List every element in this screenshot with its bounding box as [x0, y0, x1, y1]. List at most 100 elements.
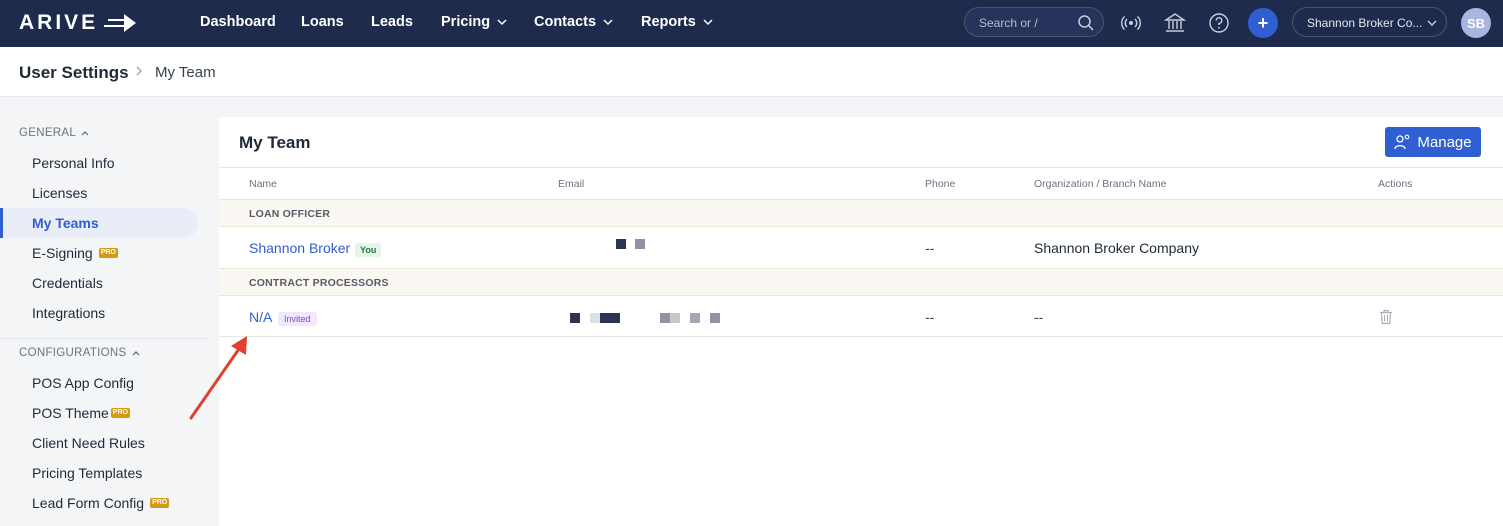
settings-sidebar: GENERAL Personal Info Licenses My Teams …: [0, 117, 208, 526]
logo-text: ARIVE: [19, 11, 99, 34]
search-placeholder: Search or /: [979, 16, 1038, 30]
section-general-label: GENERAL: [19, 127, 77, 139]
chevron-down-icon: [603, 19, 613, 26]
redaction-block: [570, 313, 580, 323]
pro-badge: PRO: [150, 498, 170, 508]
breadcrumb-current: My Team: [155, 64, 216, 81]
nav-leads-label: Leads: [371, 14, 413, 30]
phone-cell: --: [925, 309, 935, 325]
nav-reports-label: Reports: [641, 14, 696, 30]
redaction-block: [710, 313, 720, 323]
you-badge: You: [355, 243, 382, 257]
plus-icon: +: [1257, 12, 1269, 33]
section-general[interactable]: GENERAL: [19, 127, 90, 139]
group-header-loan-officer: LOAN OFFICER: [219, 199, 1503, 227]
search-icon: [1078, 15, 1094, 31]
chevron-down-icon: [1427, 20, 1437, 26]
sidebar-item-label: My Teams: [32, 215, 99, 231]
search-input[interactable]: Search or /: [964, 7, 1104, 37]
sidebar-item-pos-app-config[interactable]: POS App Config: [0, 368, 198, 398]
pro-badge: PRO: [110, 408, 130, 418]
sidebar-item-integrations[interactable]: Integrations: [0, 298, 198, 328]
logo-arrow-icon: [104, 14, 137, 32]
sidebar-item-label: Integrations: [32, 305, 106, 321]
sidebar-item-label: E-Signing: [32, 245, 93, 261]
organization-cell: --: [1034, 309, 1044, 325]
sidebar-item-pricing-templates[interactable]: Pricing Templates: [0, 458, 198, 488]
chevron-up-icon: [132, 351, 139, 356]
page-title: My Team: [239, 133, 311, 152]
top-navigation-bar: ARIVE Dashboard Loans Leads Pricing Cont…: [0, 0, 1503, 47]
organization-cell: Shannon Broker Company: [1034, 240, 1199, 256]
sidebar-item-licenses[interactable]: Licenses: [0, 178, 198, 208]
sidebar-item-label: POS App Config: [32, 375, 134, 391]
member-name-link[interactable]: N/A: [249, 309, 272, 325]
nav-dashboard[interactable]: Dashboard: [200, 14, 276, 30]
chevron-down-icon: [703, 19, 713, 26]
chevron-down-icon: [497, 19, 507, 26]
sidebar-item-label: Client Need Rules: [32, 435, 145, 451]
sidebar-item-label: Licenses: [32, 185, 88, 201]
organization-name: Shannon Broker Co...: [1307, 16, 1423, 30]
annotation-arrow-icon: [189, 336, 247, 420]
sidebar-item-my-teams[interactable]: My Teams: [0, 208, 198, 238]
sidebar-item-e-signing[interactable]: E-Signing PRO: [0, 238, 198, 268]
section-configurations-label: CONFIGURATIONS: [19, 347, 127, 359]
broadcast-icon[interactable]: [1119, 11, 1143, 35]
redaction-block: [635, 239, 645, 249]
redaction-block: [600, 313, 620, 323]
nav-loans[interactable]: Loans: [301, 14, 344, 30]
nav-reports[interactable]: Reports: [641, 14, 714, 30]
sidebar-item-label: POS Theme: [32, 405, 109, 421]
sidebar-item-credentials[interactable]: Credentials: [0, 268, 198, 298]
nav-loans-label: Loans: [301, 14, 344, 30]
column-header-actions: Actions: [1378, 178, 1413, 190]
sidebar-item-personal-info[interactable]: Personal Info: [0, 148, 198, 178]
invited-badge: Invited: [278, 312, 317, 326]
column-header-organization: Organization / Branch Name: [1034, 178, 1167, 190]
pro-badge: PRO: [98, 248, 118, 258]
redaction-block: [690, 313, 700, 323]
breadcrumb-user-settings[interactable]: User Settings: [19, 63, 129, 83]
group-label: CONTRACT PROCESSORS: [249, 277, 389, 289]
sidebar-item-label: Credentials: [32, 275, 103, 291]
column-header-phone: Phone: [925, 178, 956, 190]
user-avatar[interactable]: SB: [1461, 8, 1491, 38]
chevron-right-icon: [136, 66, 142, 76]
table-bottom-divider: [219, 336, 1503, 337]
arive-logo[interactable]: ARIVE: [19, 11, 138, 35]
member-name-link[interactable]: Shannon Broker: [249, 240, 350, 256]
add-button[interactable]: +: [1248, 8, 1278, 38]
chevron-up-icon: [81, 131, 89, 136]
breadcrumb: User Settings My Team: [0, 47, 1503, 97]
nav-contacts[interactable]: Contacts: [534, 14, 614, 30]
sidebar-item-label: Pricing Templates: [32, 465, 143, 481]
bank-icon[interactable]: [1163, 11, 1187, 35]
group-header-contract-processors: CONTRACT PROCESSORS: [219, 268, 1503, 296]
manage-button-label: Manage: [1417, 133, 1472, 151]
section-configurations[interactable]: CONFIGURATIONS: [19, 347, 141, 359]
my-team-card: My Team Manage Name Email Phone Organiza…: [219, 117, 1503, 526]
help-icon[interactable]: [1207, 11, 1231, 35]
sidebar-item-client-need-rules[interactable]: Client Need Rules: [0, 428, 198, 458]
redaction-block: [616, 239, 626, 249]
group-label: LOAN OFFICER: [249, 208, 331, 220]
sidebar-divider: [0, 338, 208, 339]
nav-leads[interactable]: Leads: [371, 14, 413, 30]
column-header-name: Name: [249, 178, 278, 190]
redaction-block: [660, 313, 670, 323]
trash-icon[interactable]: [1379, 309, 1393, 325]
nav-contacts-label: Contacts: [534, 14, 597, 30]
sidebar-item-pos-theme[interactable]: POS Theme PRO: [0, 398, 198, 428]
sidebar-item-lead-form-config[interactable]: Lead Form Config PRO: [0, 488, 198, 518]
manage-button[interactable]: Manage: [1385, 127, 1481, 157]
redaction-block: [670, 313, 680, 323]
sidebar-item-label: Lead Form Config: [32, 495, 145, 511]
nav-dashboard-label: Dashboard: [200, 14, 276, 30]
manage-users-icon: [1394, 134, 1410, 150]
nav-pricing-label: Pricing: [441, 14, 491, 30]
phone-cell: --: [925, 240, 935, 256]
sidebar-item-label: Personal Info: [32, 155, 115, 171]
organization-select[interactable]: Shannon Broker Co...: [1292, 7, 1447, 37]
nav-pricing[interactable]: Pricing: [441, 14, 508, 30]
